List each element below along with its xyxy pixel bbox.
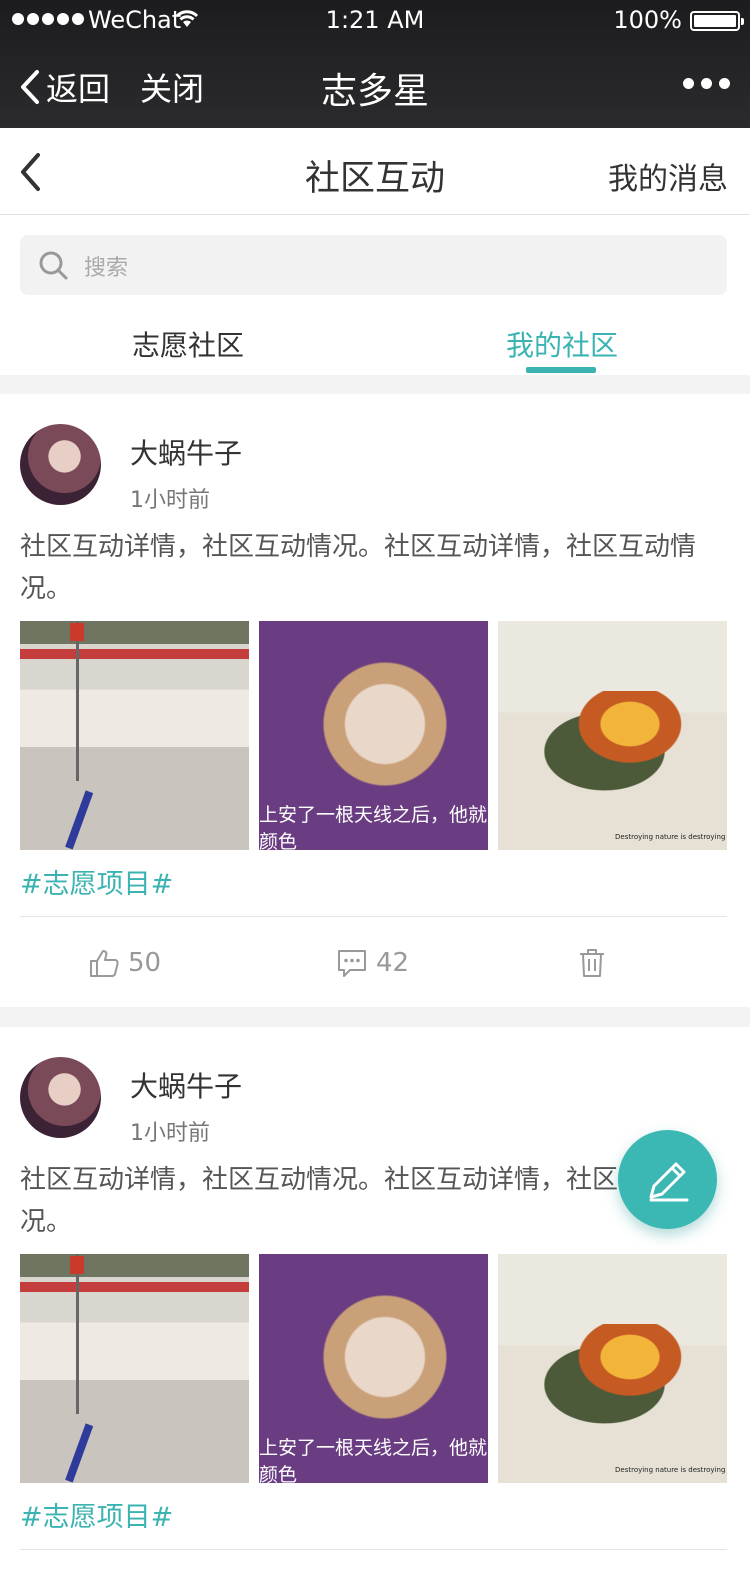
image-caption: 上安了一根天线之后，他就 <box>259 804 488 826</box>
search-placeholder: 搜索 <box>84 256 129 281</box>
post-images: 上安了一根天线之后，他就 颜色 Destroying nature is des… <box>20 1254 728 1483</box>
post-image-nature[interactable]: Destroying nature is destroying life. <box>498 621 727 850</box>
comment-icon <box>338 950 366 977</box>
post-username[interactable]: 大蜗牛子 <box>130 432 242 472</box>
more-dots-icon[interactable] <box>683 78 730 89</box>
image-caption-2: 颜色 <box>259 1464 298 1483</box>
status-bar: WeChat 1:21 AM 100% <box>0 0 750 40</box>
image-caption-2: 颜色 <box>259 831 298 850</box>
wechat-title: 志多星 <box>320 71 429 112</box>
image-caption: 上安了一根天线之后，他就 <box>259 1437 488 1459</box>
trash-icon <box>580 949 604 977</box>
avatar[interactable] <box>20 424 101 505</box>
battery-percent: 100% <box>613 6 682 34</box>
post-username[interactable]: 大蜗牛子 <box>130 1065 242 1105</box>
tab-my-community[interactable]: 我的社区 <box>506 324 618 364</box>
active-tab-indicator <box>526 367 596 373</box>
post-time: 1小时前 <box>130 1121 210 1146</box>
like-button[interactable]: 50 <box>88 947 161 979</box>
post-image-portrait[interactable]: 上安了一根天线之后，他就 颜色 <box>259 1254 488 1483</box>
post-card: 大蜗牛子 1小时前 社区互动详情，社区互动情况。社区互动详情，社区互动情况。 上… <box>0 1027 750 1587</box>
post-image-portrait[interactable]: 上安了一根天线之后，他就 颜色 <box>259 621 488 850</box>
post-tag[interactable]: #志愿项目# <box>20 862 173 901</box>
delete-button[interactable] <box>576 947 608 979</box>
post-tag[interactable]: #志愿项目# <box>20 1495 173 1534</box>
post-image-school[interactable] <box>20 621 249 850</box>
post-card: 大蜗牛子 1小时前 社区互动详情，社区互动情况。社区互动详情，社区互动情况。 上… <box>0 394 750 1007</box>
thumbs-up-icon <box>90 950 119 977</box>
comment-count: 42 <box>376 948 410 978</box>
post-image-nature[interactable]: Destroying nature is destroying life. <box>498 1254 727 1483</box>
battery-icon <box>690 11 744 31</box>
pencil-icon <box>649 1162 688 1201</box>
image-slogan: Destroying nature is destroying life. <box>615 1466 727 1474</box>
post-time: 1小时前 <box>130 488 210 513</box>
avatar[interactable] <box>20 1057 101 1138</box>
wechat-nav: 返回 关闭 志多星 <box>0 40 750 128</box>
post-content: 社区互动详情，社区互动情况。社区互动详情，社区互动情况。 <box>20 532 697 604</box>
comment-button[interactable]: 42 <box>336 947 409 979</box>
post-actions: 50 42 <box>0 917 750 1007</box>
like-count: 50 <box>128 948 162 978</box>
post-images: 上安了一根天线之后，他就 颜色 Destroying nature is des… <box>20 621 728 850</box>
page-header: 社区互动 我的消息 <box>0 128 750 215</box>
divider <box>20 1549 727 1550</box>
my-messages-link[interactable]: 我的消息 <box>608 154 728 198</box>
wechat-top-bar: WeChat 1:21 AM 100% 返回 关闭 志多星 <box>0 0 750 128</box>
search-and-tabs: 搜索 志愿社区 我的社区 <box>0 215 750 375</box>
search-input[interactable]: 搜索 <box>20 235 727 295</box>
tab-volunteer-community[interactable]: 志愿社区 <box>132 324 244 364</box>
post-image-school[interactable] <box>20 1254 249 1483</box>
search-icon <box>39 251 68 280</box>
compose-button[interactable] <box>618 1130 717 1229</box>
image-slogan: Destroying nature is destroying life. <box>615 833 727 841</box>
